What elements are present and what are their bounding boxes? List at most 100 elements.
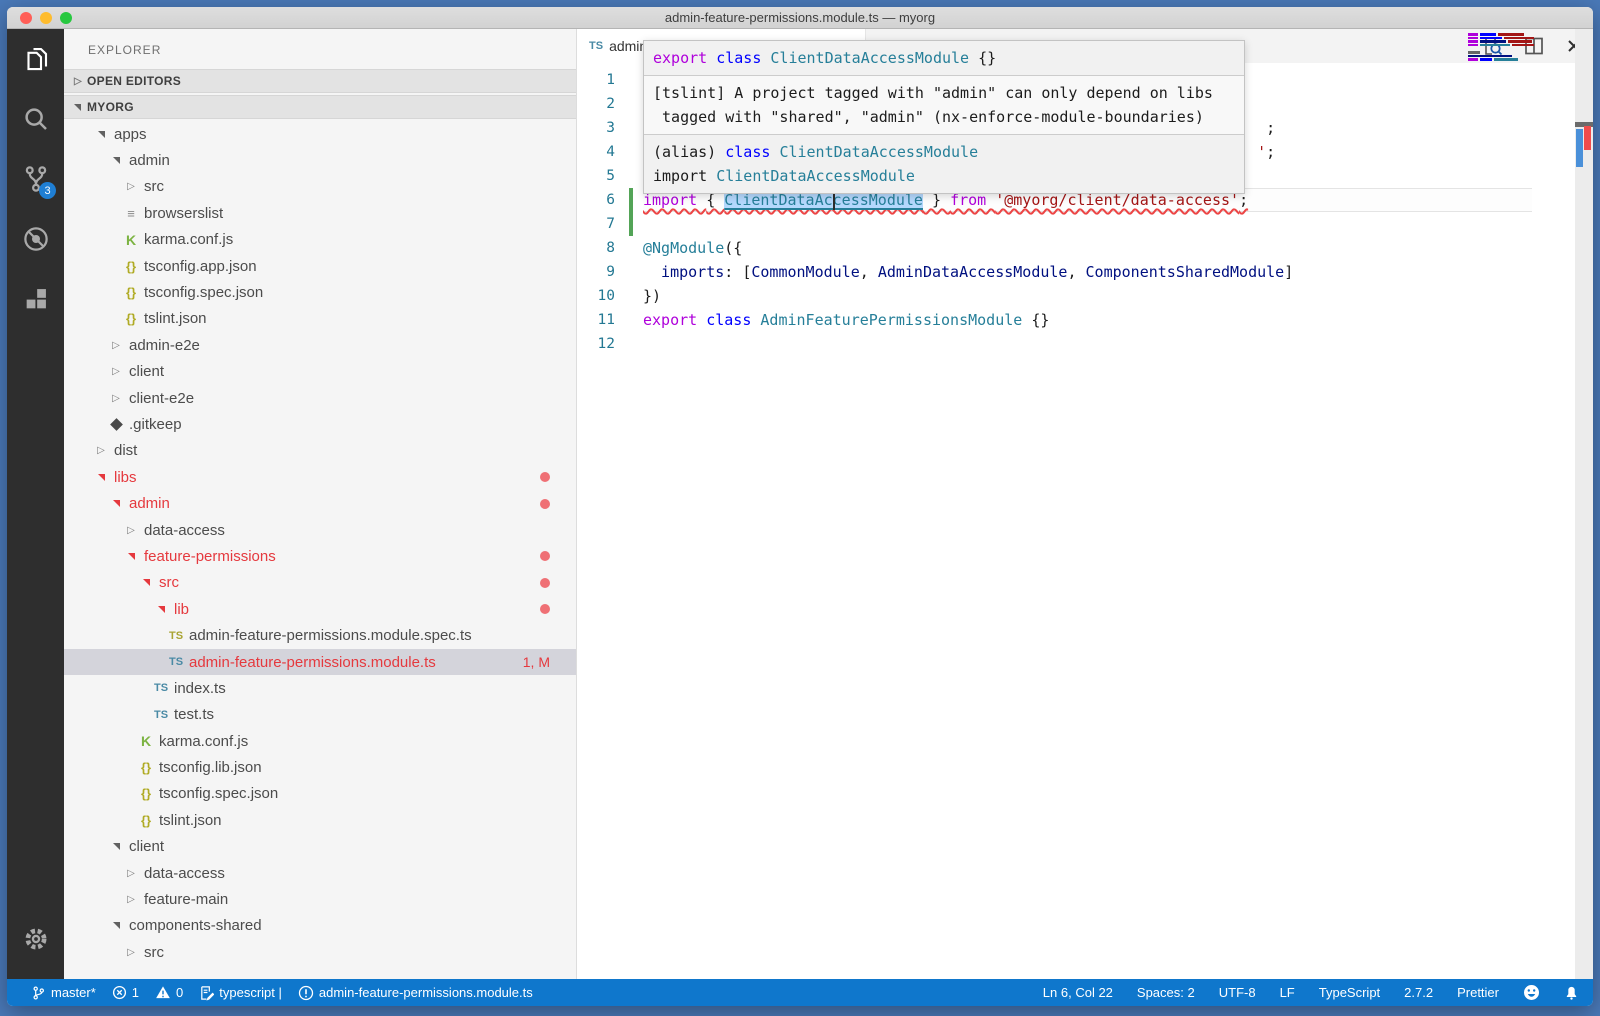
tree-item-karma-conf-js[interactable]: Kkarma.conf.js <box>64 728 576 754</box>
tree-item-components-shared[interactable]: components-shared <box>64 913 576 939</box>
tree-item-feature-permissions[interactable]: feature-permissions <box>64 543 576 569</box>
tree-item--gitkeep[interactable]: .gitkeep <box>64 411 576 437</box>
status-typescript-[interactable]: typescript | <box>199 985 282 1001</box>
line-number: 12 <box>577 336 615 352</box>
twisty-expanded-icon[interactable] <box>113 157 120 164</box>
json-file-icon: {} <box>126 311 136 326</box>
minimap[interactable] <box>1468 33 1538 62</box>
tree-item-test-ts[interactable]: TStest.ts <box>64 702 576 728</box>
tree-item-browserslist[interactable]: ≡browserslist <box>64 200 576 226</box>
tree-item-client[interactable]: ▷client <box>64 359 576 385</box>
overview-ruler[interactable] <box>1575 29 1593 979</box>
minimize-window-button[interactable] <box>40 12 52 24</box>
twisty-collapsed-icon[interactable]: ▷ <box>97 445 105 456</box>
tree-item-admin[interactable]: admin <box>64 147 576 173</box>
twisty-expanded-icon[interactable] <box>158 606 165 613</box>
status-spaces-2[interactable]: Spaces: 2 <box>1137 985 1195 1000</box>
twisty-expanded-icon[interactable] <box>113 922 120 929</box>
hover-tooltip: export class ClientDataAccessModule {}[t… <box>643 40 1245 194</box>
twisty-expanded-icon[interactable] <box>98 474 105 481</box>
tree-item-apps[interactable]: apps <box>64 121 576 147</box>
file-tree: appsadmin▷src≡browserslistKkarma.conf.js… <box>64 119 576 979</box>
twisty-collapsed-icon[interactable]: ▷ <box>112 366 120 377</box>
tree-item-libs[interactable]: libs <box>64 464 576 490</box>
status-1[interactable]: 1 <box>112 985 139 1000</box>
gutter-modified-indicator <box>629 188 633 212</box>
typescript-file-icon: TS <box>154 682 168 694</box>
activitybar-explorer[interactable] <box>7 29 64 89</box>
tree-item-admin[interactable]: admin <box>64 490 576 516</box>
error-dot-badge <box>540 551 550 561</box>
tree-item-admin-feature-permissions-module-ts[interactable]: TSadmin-feature-permissions.module.ts1, … <box>64 649 576 675</box>
activitybar-search[interactable] <box>7 89 64 149</box>
code-area[interactable]: 123 ;4 ';56import { ClientDataAccessModu… <box>577 63 1593 979</box>
tree-item-index-ts[interactable]: TSindex.ts <box>64 675 576 701</box>
tree-item-lib[interactable]: lib <box>64 596 576 622</box>
tree-item-tsconfig-spec-json[interactable]: {}tsconfig.spec.json <box>64 781 576 807</box>
tree-item-tslint-json[interactable]: {}tslint.json <box>64 306 576 332</box>
tree-item-client[interactable]: client <box>64 834 576 860</box>
status-typescript[interactable]: TypeScript <box>1319 985 1380 1000</box>
line-number: 3 <box>577 120 615 136</box>
status-2-7-2[interactable]: 2.7.2 <box>1404 985 1433 1000</box>
twisty-collapsed-icon[interactable]: ▷ <box>112 393 120 404</box>
code-line-10[interactable]: 10}) <box>577 284 1593 308</box>
code-line-7[interactable]: 7 <box>577 212 1593 236</box>
tree-item-admin-e2e[interactable]: ▷admin-e2e <box>64 332 576 358</box>
tree-item-client-e2e[interactable]: ▷client-e2e <box>64 385 576 411</box>
section-myorg[interactable]: MYORG <box>64 95 576 119</box>
code-line-8[interactable]: 8@NgModule({ <box>577 236 1593 260</box>
tree-item-data-access[interactable]: ▷data-access <box>64 860 576 886</box>
gear-icon[interactable] <box>7 925 64 953</box>
window-controls[interactable] <box>20 12 72 24</box>
tree-item-src[interactable]: src <box>64 570 576 596</box>
twisty-collapsed-icon[interactable]: ▷ <box>127 868 135 879</box>
twisty-expanded-icon[interactable] <box>128 553 135 560</box>
tree-item-dist[interactable]: ▷dist <box>64 438 576 464</box>
status-utf-8[interactable]: UTF-8 <box>1219 985 1256 1000</box>
twisty-collapsed-icon[interactable]: ▷ <box>127 947 135 958</box>
tree-item-tsconfig-app-json[interactable]: {}tsconfig.app.json <box>64 253 576 279</box>
twisty-collapsed-icon[interactable]: ▷ <box>112 340 120 351</box>
activitybar-debug[interactable] <box>7 209 64 269</box>
twisty-expanded-icon[interactable] <box>143 579 150 586</box>
tree-item-tsconfig-lib-json[interactable]: {}tsconfig.lib.json <box>64 754 576 780</box>
tree-item-src[interactable]: ▷src <box>64 174 576 200</box>
twisty-expanded-icon[interactable] <box>113 500 120 507</box>
line-number: 1 <box>577 72 615 88</box>
twisty-expanded-icon[interactable] <box>113 843 120 850</box>
code-line-9[interactable]: 9 imports: [CommonModule, AdminDataAcces… <box>577 260 1593 284</box>
code-line-12[interactable]: 12 <box>577 332 1593 356</box>
tree-item-admin-feature-permissions-module-spec-ts[interactable]: TSadmin-feature-permissions.module.spec.… <box>64 622 576 648</box>
twisty-expanded-icon[interactable] <box>98 131 105 138</box>
tree-item-data-access[interactable]: ▷data-access <box>64 517 576 543</box>
twisty-collapsed-icon[interactable]: ▷ <box>127 894 135 905</box>
twisty-collapsed-icon[interactable]: ▷ <box>127 181 135 192</box>
tree-item-karma-conf-js[interactable]: Kkarma.conf.js <box>64 227 576 253</box>
line-number: 5 <box>577 168 615 184</box>
tree-item-src[interactable]: ▷src <box>64 939 576 965</box>
status-0[interactable]: 0 <box>155 985 183 1000</box>
tree-item-tslint-json[interactable]: {}tslint.json <box>64 807 576 833</box>
status-bar: master* 1 0 typescript | admin-feature-permi… <box>7 979 1593 1006</box>
status-prettier[interactable]: Prettier <box>1457 985 1499 1000</box>
tree-item-tsconfig-spec-json[interactable]: {}tsconfig.spec.json <box>64 279 576 305</box>
status-lf[interactable]: LF <box>1280 985 1295 1000</box>
twisty-collapsed-icon[interactable]: ▷ <box>127 525 135 536</box>
code-line-11[interactable]: 11export class AdminFeaturePermissionsMo… <box>577 308 1593 332</box>
activitybar-source-control[interactable]: 3 <box>7 149 64 209</box>
editor-pane: TS admin-feature-permissions.module.ts 1… <box>577 29 1593 979</box>
status-admin-feature-permissions-module-ts[interactable]: admin-feature-permissions.module.ts <box>298 985 533 1001</box>
section-open-editors[interactable]: ▷ OPEN EDITORS <box>64 69 576 93</box>
status-ln-6-col-22[interactable]: Ln 6, Col 22 <box>1043 985 1113 1000</box>
tree-item-feature-main[interactable]: ▷feature-main <box>64 886 576 912</box>
close-window-button[interactable] <box>20 12 32 24</box>
status-smiley-icon[interactable] <box>1523 984 1540 1001</box>
json-file-icon: {} <box>141 813 151 828</box>
activitybar-extensions[interactable] <box>7 269 64 329</box>
zoom-window-button[interactable] <box>60 12 72 24</box>
status-bell-icon[interactable] <box>1564 985 1579 1001</box>
error-dot-badge <box>540 499 550 509</box>
tooltip-section: [tslint] A project tagged with "admin" c… <box>644 75 1244 134</box>
status-master-[interactable]: master* <box>31 985 96 1001</box>
